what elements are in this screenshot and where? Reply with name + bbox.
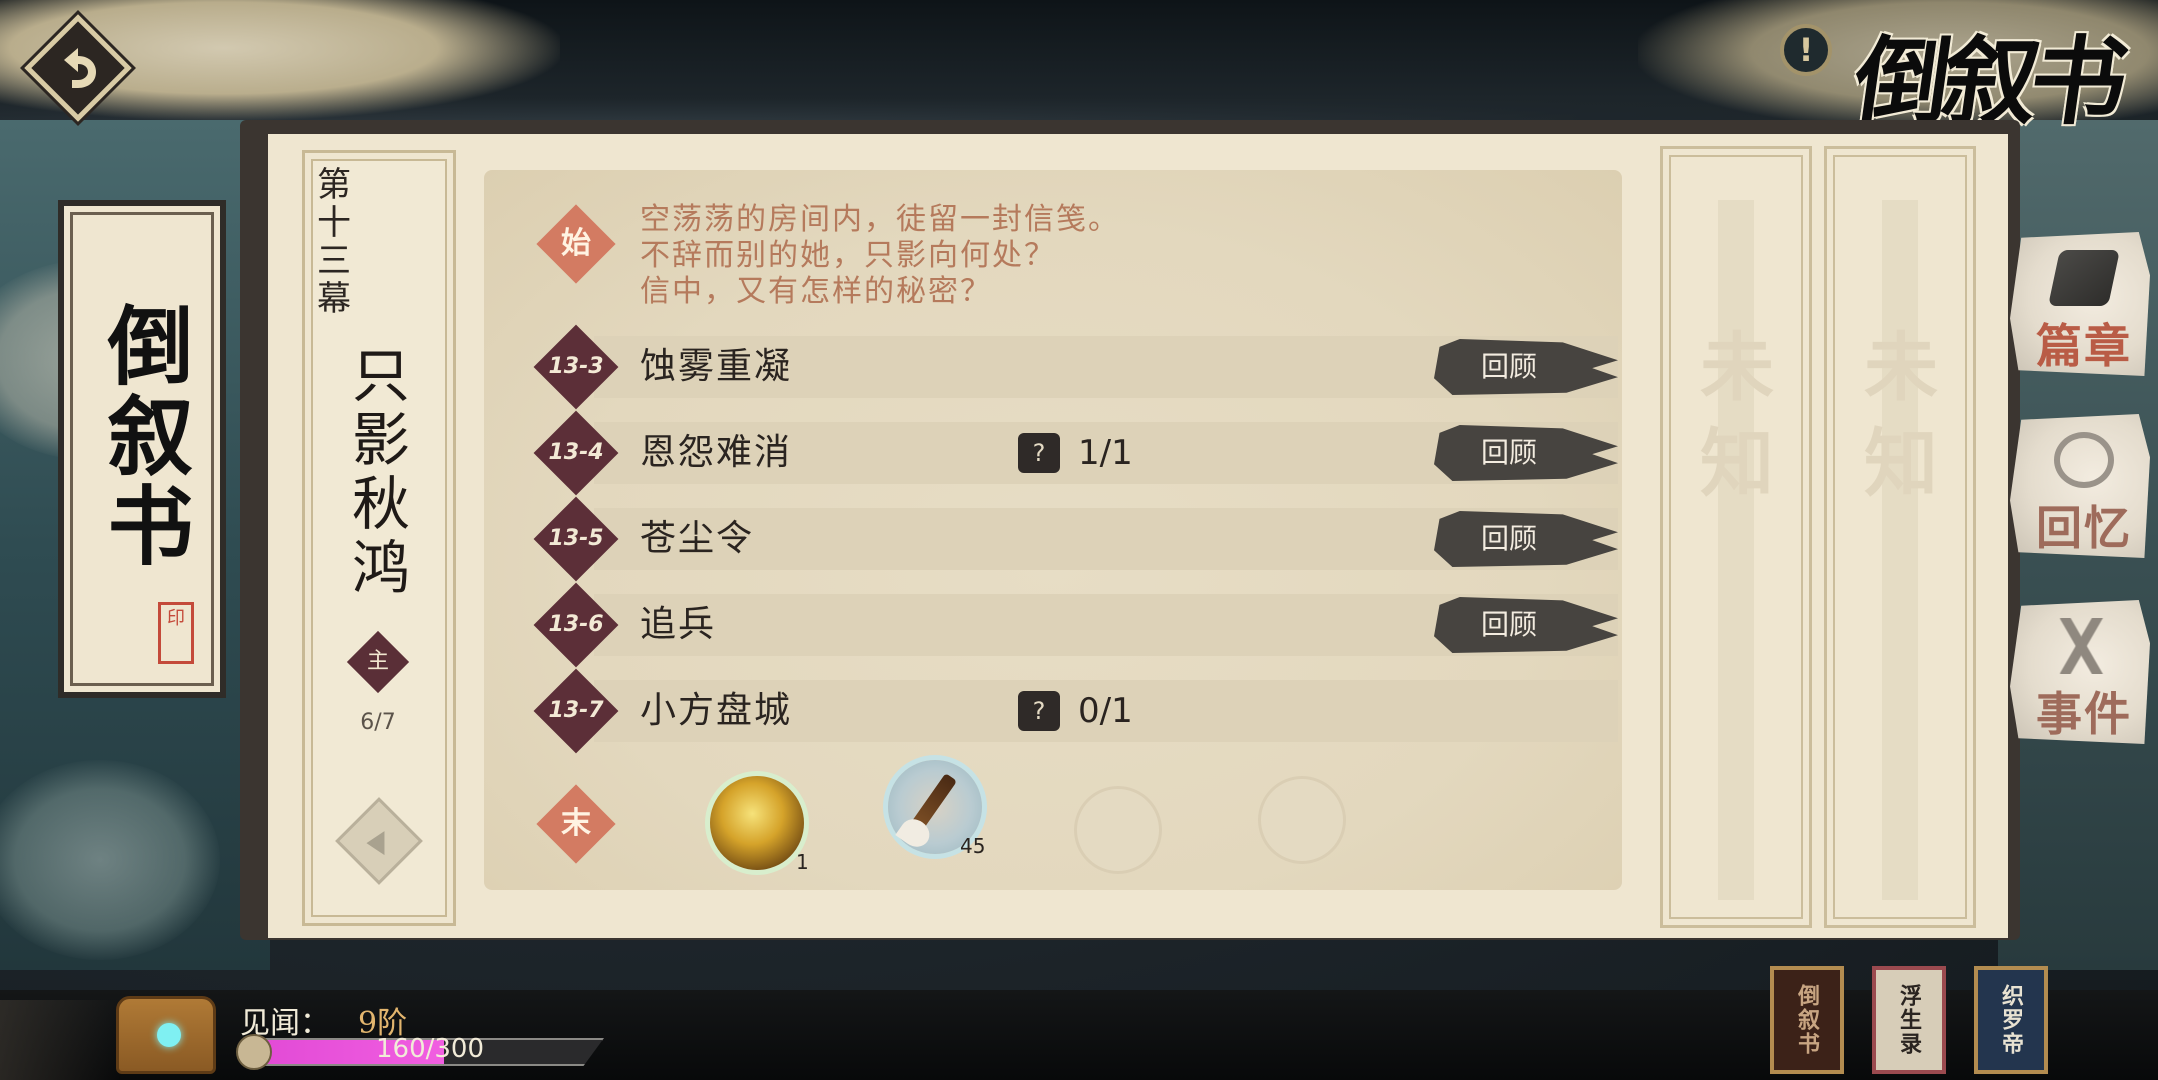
locked-column-stripe bbox=[1882, 200, 1918, 900]
start-badge: 始 bbox=[536, 204, 616, 284]
book-button-zhiluo[interactable]: 织罗帝 bbox=[1974, 966, 2048, 1074]
stage-code: 13-4 bbox=[548, 440, 604, 465]
stage-name: 追兵 bbox=[640, 604, 717, 645]
stage-code-badge: 13-4 bbox=[533, 410, 619, 496]
end-badge-label: 末 bbox=[561, 806, 591, 841]
book-label: 浮生录 bbox=[1896, 984, 1922, 1056]
chest-gem bbox=[157, 1023, 181, 1047]
review-button-label: 回顾 bbox=[1480, 522, 1537, 555]
gold-compass-icon[interactable] bbox=[710, 776, 804, 870]
quest-count: 1/1 bbox=[1078, 433, 1133, 473]
bottom-decoration bbox=[0, 1000, 120, 1080]
stage-code: 13-5 bbox=[548, 526, 604, 551]
intro-line: 空荡荡的房间内，徒留一封信笺。 bbox=[640, 202, 1120, 237]
main-story-label: 主 bbox=[366, 649, 389, 674]
book-button-daoxu[interactable]: 倒叙书 bbox=[1770, 966, 1844, 1074]
tab-events[interactable]: 事件 bbox=[2010, 600, 2150, 744]
cloud-icon bbox=[2054, 432, 2114, 488]
chapter-title: 只影秋鸿 bbox=[351, 342, 410, 602]
tab-label: 回忆 bbox=[2036, 501, 2132, 555]
intro-line: 信中，又有怎样的秘密？ bbox=[640, 274, 992, 309]
info-icon: ! bbox=[1798, 31, 1814, 69]
arrow-left-icon bbox=[366, 831, 385, 856]
stage-code-badge: 13-3 bbox=[533, 324, 619, 410]
stage-name: 小方盘城 bbox=[640, 690, 793, 731]
stage-name: 蚀雾重凝 bbox=[640, 346, 793, 387]
stage-name: 恩怨难消 bbox=[640, 432, 793, 473]
locked-column-stripe bbox=[1718, 200, 1754, 900]
end-badge: 末 bbox=[536, 784, 616, 864]
tab-memories[interactable]: 回忆 bbox=[2010, 414, 2150, 558]
back-button[interactable] bbox=[24, 14, 132, 122]
seal-stamp: 印 bbox=[158, 602, 194, 664]
question-quest-icon: ? bbox=[1018, 433, 1060, 473]
chapter-progress: 6/7 bbox=[360, 710, 396, 735]
quest-count: 0/1 bbox=[1078, 691, 1133, 731]
game-screen: ! 倒叙书 倒叙书 印 第十三幕 只影秋鸿 主 6/7 始 空荡荡的房间内，徒留… bbox=[0, 0, 2158, 1080]
tab-label: 篇章 bbox=[2036, 319, 2132, 373]
review-button-label: 回顾 bbox=[1480, 350, 1537, 383]
intro-line: 不辞而别的她，只影向何处？ bbox=[640, 238, 1056, 273]
banner-title: 倒叙书 bbox=[92, 301, 193, 571]
locked-label: 未知 bbox=[1700, 325, 1774, 507]
review-button-label: 回顾 bbox=[1480, 436, 1537, 469]
back-arrow-icon bbox=[64, 48, 96, 88]
main-story-badge: 主 bbox=[346, 630, 410, 694]
blades-icon bbox=[2054, 618, 2114, 674]
book-label: 织罗帝 bbox=[1998, 984, 2024, 1056]
stage-code-badge: 13-6 bbox=[533, 582, 619, 668]
empty-reward-slot bbox=[1074, 786, 1162, 874]
stage-code: 13-6 bbox=[548, 612, 604, 637]
info-button[interactable]: ! bbox=[1780, 24, 1832, 76]
start-badge-label: 始 bbox=[561, 226, 591, 261]
stage-code-badge: 13-5 bbox=[533, 496, 619, 582]
tab-label: 事件 bbox=[2036, 687, 2132, 741]
stage-code: 13-7 bbox=[548, 698, 604, 723]
stage-code-badge: 13-7 bbox=[533, 668, 619, 754]
stage-name: 苍尘令 bbox=[640, 518, 755, 559]
experience-text: 160/300 bbox=[376, 1034, 485, 1064]
reward-quantity: 45 bbox=[960, 834, 986, 858]
chapter-intro: 空荡荡的房间内，徒留一封信笺。 不辞而别的她，只影向何处？ 信中，又有怎样的秘密… bbox=[640, 202, 1120, 310]
book-label: 倒叙书 bbox=[1794, 984, 1820, 1056]
act-label: 第十三幕 bbox=[317, 165, 351, 319]
tab-chapters[interactable]: 篇章 bbox=[2010, 232, 2150, 376]
quill-icon bbox=[236, 1034, 272, 1070]
scroll-icon bbox=[2048, 250, 2120, 306]
book-banner: 倒叙书 印 bbox=[58, 200, 226, 698]
question-quest-icon: ? bbox=[1018, 691, 1060, 731]
treasure-chest-icon[interactable] bbox=[116, 996, 216, 1074]
review-button-label: 回顾 bbox=[1480, 608, 1537, 641]
reward-quantity: 1 bbox=[796, 850, 809, 874]
empty-reward-slot bbox=[1258, 776, 1346, 864]
book-button-fusheng[interactable]: 浮生录 bbox=[1872, 966, 1946, 1074]
stage-code: 13-3 bbox=[548, 354, 604, 379]
locked-label: 未知 bbox=[1864, 325, 1938, 507]
